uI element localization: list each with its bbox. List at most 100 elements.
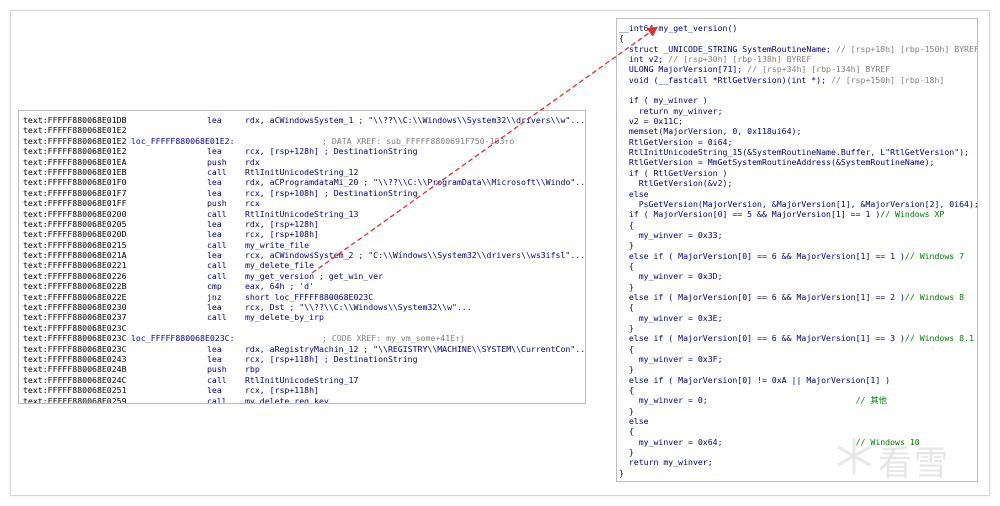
pseudocode-line[interactable]: v2 = 0x11C; (617, 116, 977, 126)
asm-operands: rcx (245, 198, 260, 209)
asm-line[interactable]: text:FFFFF880068E021A lea rcx, aCWindowsSy… (19, 250, 585, 260)
asm-address: text:FFFFF880068E022E (23, 291, 127, 302)
asm-line[interactable]: text:FFFFF880068E0237 call my_delete_by_ir… (19, 312, 585, 322)
asm-line[interactable]: text:FFFFF880068E0205 lea rdx, [rsp+128h] (19, 219, 585, 229)
pseudocode-line[interactable]: PsGetVersion(MajorVersion, &MajorVersion… (617, 199, 977, 209)
asm-address: text:FFFFF880068E023C (23, 343, 127, 354)
pseudocode-line[interactable]: else if ( MajorVersion[0] == 6 && MajorV… (617, 333, 977, 343)
disassembly-panel[interactable]: text:FFFFF880068E01DB lea rdx, aCWindowsSy… (18, 110, 586, 404)
asm-line[interactable]: text:FFFFF880068E0243 lea rcx, [rsp+118h] … (19, 354, 585, 364)
asm-line[interactable]: text:FFFFF880068E01EA push rdx (19, 157, 585, 167)
asm-line[interactable]: text:FFFFF880068E01F7 lea rcx, [rsp+108h] … (19, 188, 585, 198)
pseudocode-line[interactable]: if ( MajorVersion[0] == 5 && MajorVersio… (617, 209, 977, 219)
pseudocode-text: else if ( MajorVersion[0] == 6 && MajorV… (619, 333, 974, 344)
pseudocode-line[interactable]: RtlGetVersion = MmGetSystemRoutineAddres… (617, 157, 977, 167)
asm-mnemonic: jnz (207, 291, 222, 302)
pseudocode-line[interactable]: void (__fastcall *RtlGetVersion)(int *);… (617, 75, 977, 85)
asm-line[interactable]: text:FFFFF880068E0226 call my_get_version … (19, 271, 585, 281)
pseudocode-text: v2 = 0x11C; (619, 116, 684, 127)
asm-mnemonic: lea (207, 229, 222, 240)
pseudocode-line[interactable]: struct _UNICODE_STRING SystemRoutineName… (617, 44, 977, 54)
asm-operands: rbp (245, 364, 260, 375)
asm-line[interactable]: text:FFFFF880068E024C call RtlInitUnicodeS… (19, 375, 585, 385)
pseudocode-line[interactable]: else (617, 189, 977, 199)
pseudocode-text: int v2; // [rsp+30h] [rbp-138h] BYREF (619, 54, 812, 65)
pseudocode-line[interactable]: ULONG MajorVersion[71]; // [rsp+34h] [rb… (617, 64, 977, 74)
pseudocode-line[interactable]: } (617, 406, 977, 416)
pseudocode-line[interactable]: return my_winver; (617, 106, 977, 116)
pseudocode-text: struct _UNICODE_STRING SystemRoutineName… (619, 43, 978, 54)
pseudocode-line[interactable]: { (617, 344, 977, 354)
pseudocode-line[interactable]: my_winver = 0x33; (617, 230, 977, 240)
pseudocode-text: PsGetVersion(MajorVersion, &MajorVersion… (619, 198, 978, 209)
asm-mnemonic: lea (207, 385, 222, 396)
asm-line[interactable]: text:FFFFF880068E01DB lea rdx, aCWindowsSy… (19, 115, 585, 125)
pseudocode-line[interactable]: RtlGetVersion(&v2); (617, 178, 977, 188)
asm-line[interactable]: text:FFFFF880068E0251 lea rcx, [rsp+118h] (19, 385, 585, 395)
asm-address: text:FFFFF880068E0215 (23, 239, 127, 250)
pseudocode-line[interactable]: my_winver = 0x3E; (617, 313, 977, 323)
asm-operands: rcx, [rsp+118h] (245, 385, 319, 396)
pseudocode-line[interactable]: else if ( MajorVersion[0] != 0xA || Majo… (617, 375, 977, 385)
pseudocode-text: my_winver = 0x3E; (619, 312, 723, 323)
pseudocode-text: return my_winver; (619, 105, 723, 116)
asm-line[interactable]: text:FFFFF880068E024B push rbp (19, 364, 585, 374)
asm-label: loc_FFFFF880068E023C: (131, 333, 235, 344)
asm-line[interactable]: text:FFFFF880068E0200 call RtlInitUnicodeS… (19, 209, 585, 219)
asm-operands: rcx, [rsp+108h] ; DestinationString (245, 187, 418, 198)
pseudocode-line[interactable]: RtlInitUnicodeString_15(&SystemRoutineNa… (617, 147, 977, 157)
pseudocode-line[interactable]: else if ( MajorVersion[0] == 6 && MajorV… (617, 251, 977, 261)
pseudocode-line[interactable]: if ( my_winver ) (617, 95, 977, 105)
pseudocode-line[interactable]: my_winver = 0; // 其他 (617, 395, 977, 405)
asm-line[interactable]: text:FFFFF880068E01EB call RtlInitUnicodeS… (19, 167, 585, 177)
asm-operands: rdx, aRegistryMachin_12 ; "\\REGISTRY\\M… (245, 343, 586, 354)
pseudocode-panel[interactable]: __int64 my_get_version(){ struct _UNICOD… (616, 18, 978, 482)
asm-address: text:FFFFF880068E01E2 (23, 146, 127, 157)
asm-line[interactable]: text:FFFFF880068E020D lea rcx, [rsp+108h] (19, 229, 585, 239)
asm-line[interactable]: text:FFFFF880068E0259 call my_delete_reg_k… (19, 395, 585, 404)
pseudocode-line[interactable]: } (617, 323, 977, 333)
asm-line[interactable]: text:FFFFF880068E01F0 lea rdx, aCProgramda… (19, 177, 585, 187)
pseudocode-line[interactable]: my_winver = 0x3D; (617, 271, 977, 281)
pseudocode-line[interactable] (617, 85, 977, 95)
pseudocode-text: } (619, 405, 634, 416)
pseudocode-line[interactable]: else (617, 416, 977, 426)
pseudocode-line[interactable]: } (617, 240, 977, 250)
asm-line[interactable]: text:FFFFF880068E0215 call my_write_file (19, 240, 585, 250)
pseudocode-line[interactable]: { (617, 302, 977, 312)
asm-line[interactable]: text:FFFFF880068E023C loc_FFFFF880068E023… (19, 333, 585, 343)
pseudocode-text: RtlInitUnicodeString_15(&SystemRoutineNa… (619, 147, 969, 158)
asm-address: text:FFFFF880068E0259 (23, 395, 127, 404)
asm-address: text:FFFFF880068E01FF (23, 198, 127, 209)
asm-line[interactable]: text:FFFFF880068E01E2 loc_FFFFF880068E01E… (19, 136, 585, 146)
pseudocode-line[interactable]: if ( RtlGetVersion ) (617, 168, 977, 178)
pseudocode-line[interactable]: int v2; // [rsp+30h] [rbp-138h] BYREF (617, 54, 977, 64)
asm-line[interactable]: text:FFFFF880068E0221 call my_delete_file (19, 260, 585, 270)
asm-operands: rcx, aCWindowsSystem_2 ; "C:\\Windows\\S… (245, 250, 586, 261)
pseudocode-line[interactable]: memset(MajorVersion, 0, 0x118ui64); (617, 126, 977, 136)
asm-mnemonic: lea (207, 177, 222, 188)
asm-operands: eax, 64h ; 'd' (245, 281, 315, 292)
pseudocode-line[interactable]: my_winver = 0x3F; (617, 354, 977, 364)
pseudocode-line[interactable]: { (617, 33, 977, 43)
asm-line[interactable]: text:FFFFF880068E022B cmp eax, 64h ; 'd' (19, 281, 585, 291)
asm-address: text:FFFFF880068E01EB (23, 166, 127, 177)
pseudocode-line[interactable]: else if ( MajorVersion[0] == 6 && MajorV… (617, 292, 977, 302)
pseudocode-line[interactable]: __int64 my_get_version() (617, 23, 977, 33)
asm-operands: my_delete_reg_key (245, 395, 329, 404)
pseudocode-line[interactable]: { (617, 220, 977, 230)
pseudocode-line[interactable]: { (617, 385, 977, 395)
asm-line[interactable]: text:FFFFF880068E023C (19, 323, 585, 333)
asm-line[interactable]: text:FFFFF880068E01E2 (19, 125, 585, 135)
pseudocode-line[interactable]: } (617, 364, 977, 374)
pseudocode-line[interactable]: { (617, 261, 977, 271)
asm-line[interactable]: text:FFFFF880068E023C lea rdx, aRegistryMa… (19, 344, 585, 354)
pseudocode-text: { (619, 33, 624, 44)
pseudocode-line[interactable]: RtlGetVersion = 0i64; (617, 137, 977, 147)
asm-address: text:FFFFF880068E01F7 (23, 187, 127, 198)
asm-line[interactable]: text:FFFFF880068E01FF push rcx (19, 198, 585, 208)
asm-line[interactable]: text:FFFFF880068E01E2 lea rcx, [rsp+128h] … (19, 146, 585, 156)
asm-line[interactable]: text:FFFFF880068E0230 lea rcx, Dst ; "\\??… (19, 302, 585, 312)
pseudocode-line[interactable]: } (617, 282, 977, 292)
asm-line[interactable]: text:FFFFF880068E022E jnz short loc_FFFFF8… (19, 292, 585, 302)
